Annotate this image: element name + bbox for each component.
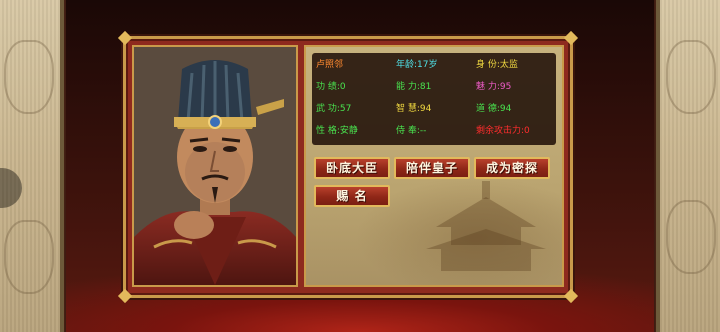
stat-ability: 能 力:81 [396, 82, 432, 92]
right-screen-panel [656, 0, 720, 332]
undercover-minister-button[interactable]: 卧底大臣 [314, 157, 390, 179]
portrait-illustration [134, 47, 296, 285]
stat-merit: 功 绩:0 [316, 82, 346, 92]
left-screen-panel [0, 0, 64, 332]
dragon-ornament-icon [4, 220, 54, 294]
character-detail-panel: 卢照邻 年龄:17岁 身 份:太监 功 绩:0 能 力:81 魅 力:95 武 … [304, 45, 564, 287]
character-info-dialog: 卢照邻 年龄:17岁 身 份:太监 功 绩:0 能 力:81 魅 力:95 武 … [117, 30, 579, 304]
become-spy-button[interactable]: 成为密探 [474, 157, 550, 179]
dragon-ornament-icon [666, 200, 716, 274]
accompany-prince-button[interactable]: 陪伴皇子 [394, 157, 470, 179]
stat-personality: 性 格:安静 [316, 126, 358, 136]
stat-martial: 武 功:57 [316, 104, 352, 114]
character-name: 卢照邻 [316, 60, 344, 70]
stat-identity: 身 份:太监 [476, 60, 518, 70]
rename-button[interactable]: 赐 名 [314, 185, 390, 207]
stat-remaining-attack: 剩余攻击力:0 [476, 126, 530, 136]
stat-attendance: 侍 奉:-- [396, 126, 427, 136]
stat-age: 年龄:17岁 [396, 60, 438, 70]
stats-box: 卢照邻 年龄:17岁 身 份:太监 功 绩:0 能 力:81 魅 力:95 武 … [312, 53, 556, 145]
eunuch-portrait-icon [132, 45, 298, 287]
stat-charm: 魅 力:95 [476, 82, 512, 92]
dragon-ornament-icon [666, 40, 716, 114]
stat-wisdom: 智 慧:94 [396, 104, 432, 114]
palace-silhouette-icon [426, 181, 546, 271]
stat-morality: 道 德:94 [476, 104, 512, 114]
dragon-ornament-icon [4, 40, 54, 114]
